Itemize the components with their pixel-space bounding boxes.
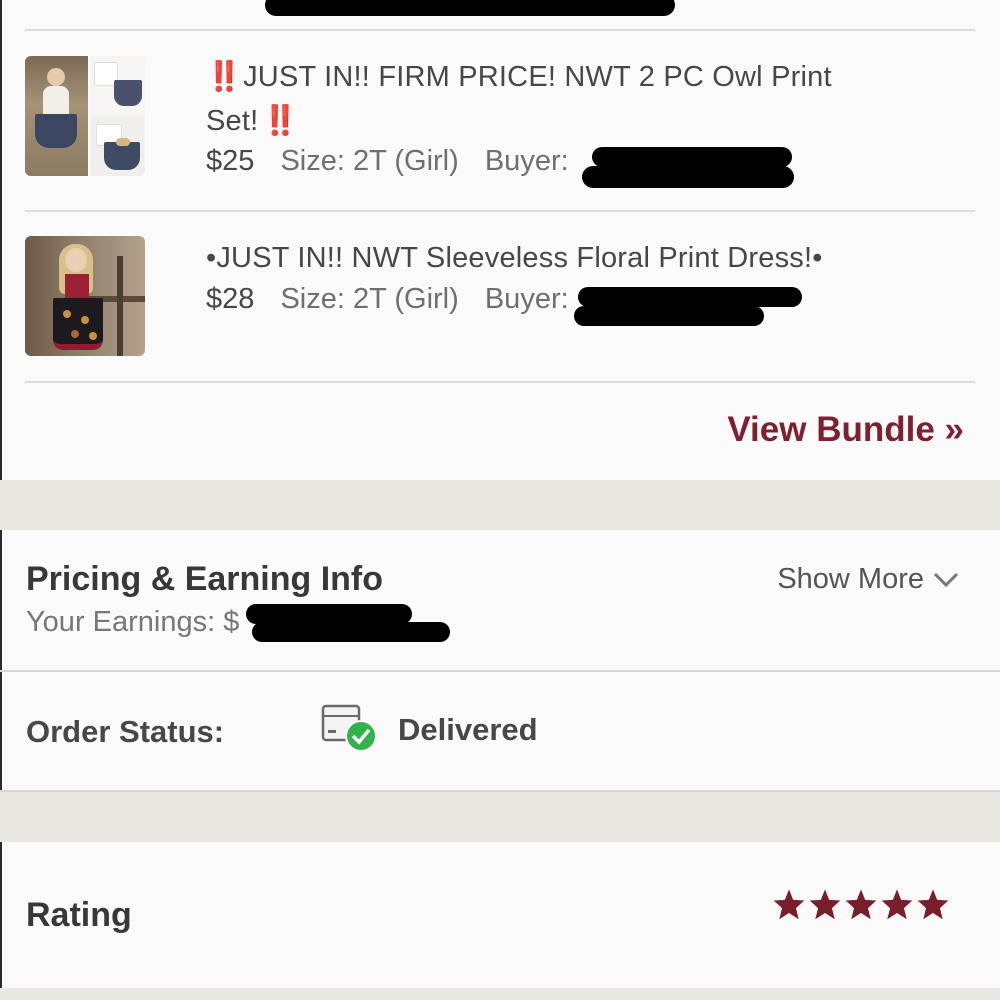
- star-icon: [773, 889, 805, 920]
- package-delivered-icon: [321, 704, 377, 752]
- star-icon: [809, 889, 841, 920]
- section-separator: [0, 988, 1000, 1000]
- redaction-mark: [252, 622, 450, 642]
- divider: [0, 670, 1000, 672]
- section-separator: [0, 792, 1000, 842]
- item-price: $28: [206, 283, 255, 315]
- redaction-mark: [574, 306, 764, 326]
- star-icon: [845, 889, 877, 920]
- redaction-mark: [582, 166, 794, 188]
- redaction-mark: [592, 147, 792, 167]
- item-buyer: Buyer:: [484, 145, 569, 177]
- item-thumbnail[interactable]: [25, 236, 145, 356]
- double-exclamation-icon: ‼️: [262, 105, 298, 137]
- item-buyer: Buyer:: [484, 283, 569, 315]
- rating-stars: [772, 888, 950, 920]
- item-thumbnail[interactable]: [25, 56, 145, 176]
- chevron-down-icon: [933, 573, 959, 588]
- redaction-mark: [246, 604, 412, 624]
- star-icon: [917, 889, 949, 920]
- divider: [25, 210, 975, 212]
- section-separator: [0, 480, 1000, 530]
- item-title[interactable]: ‼️ JUST IN!! FIRM PRICE! NWT 2 PC Owl Pri…: [206, 55, 906, 143]
- divider: [25, 29, 975, 31]
- item-size: Size: 2T (Girl): [280, 145, 459, 177]
- show-more-button[interactable]: Show More: [777, 563, 960, 596]
- order-status-label: Order Status:: [26, 714, 225, 749]
- order-status-value: Delivered: [398, 712, 538, 747]
- divider: [25, 381, 975, 383]
- star-icon: [881, 889, 913, 920]
- double-exclamation-icon: ‼️: [206, 61, 242, 93]
- earnings-label: Your Earnings: $: [26, 606, 240, 638]
- rating-label: Rating: [26, 896, 132, 934]
- item-price: $25: [206, 145, 255, 177]
- redaction-mark: [265, 0, 675, 16]
- item-meta: $28 Size: 2T (Girl) Buyer:: [206, 283, 569, 316]
- item-meta: $25 Size: 2T (Girl) Buyer:: [206, 145, 569, 178]
- pricing-title: Pricing & Earning Info: [26, 560, 384, 598]
- redaction-mark: [578, 287, 802, 307]
- item-size: Size: 2T (Girl): [280, 283, 459, 315]
- item-title[interactable]: •JUST IN!! NWT Sleeveless Floral Print D…: [206, 236, 906, 280]
- view-bundle-link[interactable]: View Bundle »: [727, 410, 964, 450]
